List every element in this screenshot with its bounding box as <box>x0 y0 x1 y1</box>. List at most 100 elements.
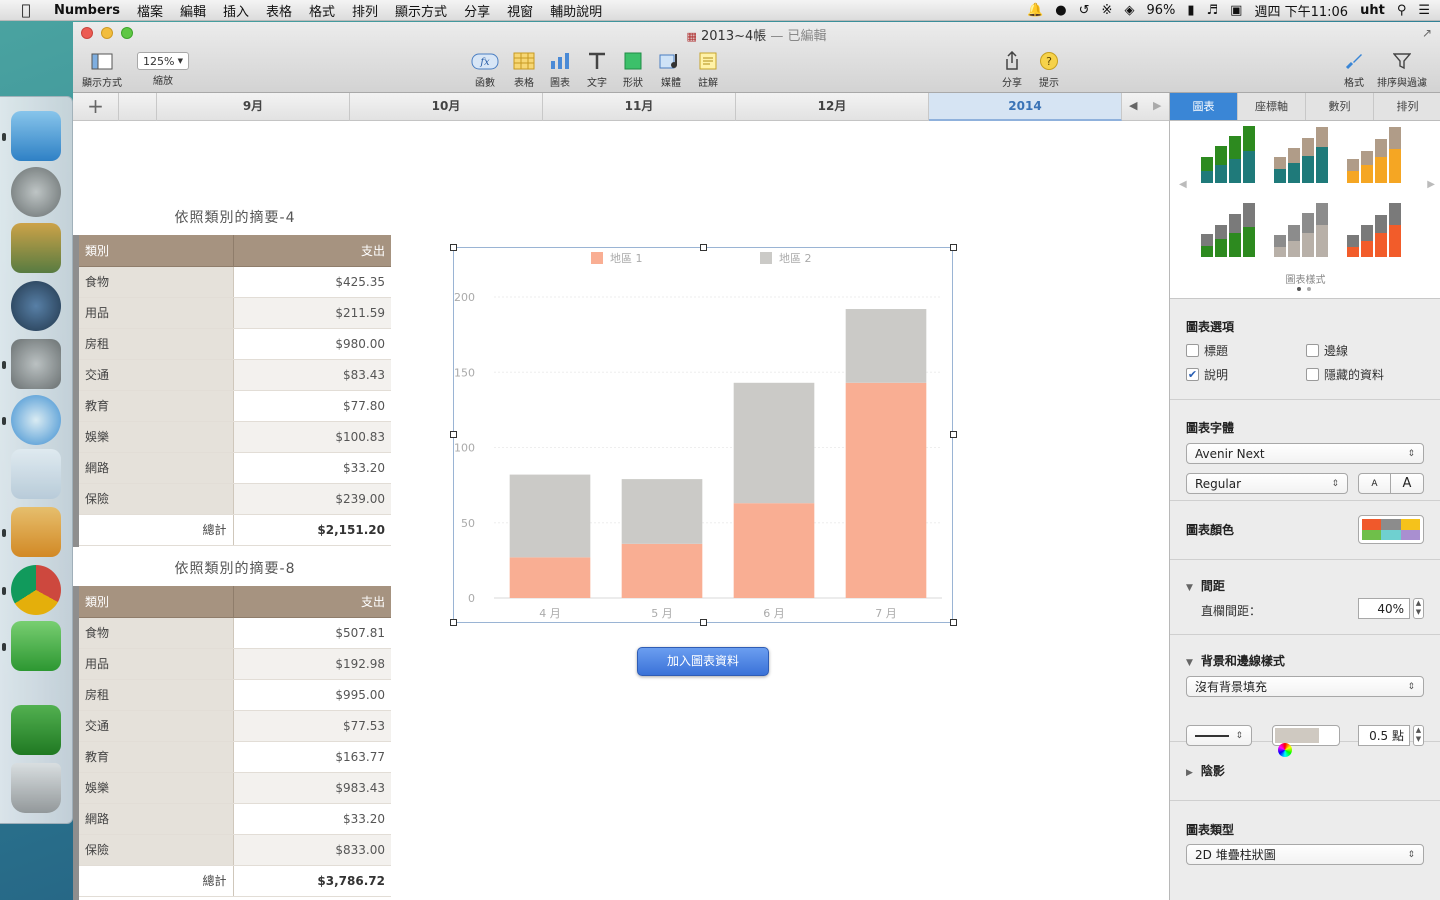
table-cell[interactable]: 保險 <box>79 483 234 515</box>
safari-icon[interactable] <box>11 395 61 445</box>
menu-insert[interactable]: 插入 <box>223 1 249 20</box>
resize-handle[interactable] <box>700 244 707 251</box>
total-value[interactable]: $3,786.72 <box>233 864 391 897</box>
input-method-icon[interactable]: ▣ <box>1230 3 1242 18</box>
menu-view[interactable]: 顯示方式 <box>395 1 447 20</box>
table-title[interactable]: 依照類別的摘要-4 <box>75 207 395 227</box>
chart-style-1[interactable] <box>1201 126 1255 183</box>
table-cell[interactable]: 教育 <box>79 390 234 422</box>
font-style-select[interactable]: Regular ⇕ <box>1186 473 1348 494</box>
title-checkbox[interactable]: 標題 <box>1186 342 1228 359</box>
finder-icon[interactable] <box>11 111 61 161</box>
chrome-icon[interactable] <box>11 565 61 615</box>
table-cell[interactable]: $507.81 <box>233 617 391 649</box>
background-fill-select[interactable]: 沒有背景填充 ⇕ <box>1186 676 1424 697</box>
clock[interactable]: 週四 下午11:06 <box>1254 1 1348 20</box>
resize-handle[interactable] <box>950 431 957 438</box>
comment-button[interactable]: 註解 <box>693 50 723 89</box>
menu-edit[interactable]: 編輯 <box>180 1 206 20</box>
wifi-icon[interactable]: ◈ <box>1124 3 1134 18</box>
chart-type-select[interactable]: 2D 堆疊柱狀圖 ⇕ <box>1186 844 1424 865</box>
share-button[interactable]: 分享 <box>997 50 1027 89</box>
menu-table[interactable]: 表格 <box>266 1 292 20</box>
resize-handle[interactable] <box>450 619 457 626</box>
table-cell[interactable]: 交通 <box>79 710 234 742</box>
menu-help[interactable]: 輔助說明 <box>550 1 602 20</box>
format-button[interactable]: 格式 <box>1339 50 1369 89</box>
photo-app-icon[interactable] <box>11 223 61 273</box>
launchpad-icon[interactable] <box>11 167 61 217</box>
numbers-app-icon[interactable] <box>11 621 61 671</box>
column-header-amount[interactable]: 支出 <box>233 586 391 618</box>
chart-style-4[interactable] <box>1201 203 1255 257</box>
numbers-doc-icon[interactable] <box>11 449 61 499</box>
menu-share[interactable]: 分享 <box>464 1 490 20</box>
border-checkbox[interactable]: 邊線 <box>1306 342 1348 359</box>
table-button[interactable]: 表格 <box>509 50 539 89</box>
chart-style-5[interactable] <box>1274 203 1328 257</box>
chart-button[interactable]: 圖表 <box>545 50 575 89</box>
sheet-tab-dec[interactable]: 12月 <box>736 93 929 121</box>
function-button[interactable]: fx 函數 <box>469 50 501 89</box>
resize-handle[interactable] <box>450 244 457 251</box>
menu-file[interactable]: 檔案 <box>137 1 163 20</box>
zoom-control[interactable]: 125% ▼ 縮放 <box>135 50 191 87</box>
table-cell[interactable]: $100.83 <box>233 421 391 453</box>
sheet-tab-oct[interactable]: 10月 <box>350 93 543 121</box>
table-cell[interactable]: $983.43 <box>233 772 391 804</box>
sheet-tab-sep[interactable]: 9月 <box>157 93 350 121</box>
table-cell[interactable]: $77.80 <box>233 390 391 422</box>
table-cell[interactable]: $833.00 <box>233 834 391 866</box>
fullscreen-icon[interactable]: ↗ <box>1422 26 1432 40</box>
facetime-icon[interactable] <box>11 281 61 331</box>
table-cell[interactable]: $163.77 <box>233 741 391 773</box>
spotlight-search-icon[interactable]: ⚲ <box>1397 3 1407 18</box>
column-header-category[interactable]: 類別 <box>79 235 234 267</box>
table-cell[interactable]: $33.20 <box>233 452 391 484</box>
page-dot[interactable] <box>1307 287 1311 291</box>
increase-font-button[interactable]: A <box>1390 473 1424 494</box>
tab-chart[interactable]: 圖表 <box>1170 93 1238 120</box>
user-name[interactable]: uht <box>1360 3 1385 18</box>
tab-axis[interactable]: 座標軸 <box>1238 93 1306 120</box>
decrease-font-button[interactable]: A <box>1358 473 1391 494</box>
total-label[interactable]: 總計 <box>79 513 234 546</box>
gap-title[interactable]: ▼ 間距 <box>1186 577 1225 594</box>
table-cell[interactable]: $211.59 <box>233 297 391 329</box>
battery-icon[interactable]: ▮ <box>1187 3 1194 18</box>
battery-percent[interactable]: 96% <box>1146 3 1175 18</box>
system-preferences-icon[interactable] <box>11 339 61 389</box>
user-app-icon[interactable] <box>11 705 61 755</box>
sort-filter-button[interactable]: 排序與過濾 <box>1373 50 1431 89</box>
menu-arrange[interactable]: 排列 <box>352 1 378 20</box>
tips-button[interactable]: ? 提示 <box>1034 50 1064 89</box>
sheet-tab-2014[interactable]: 2014 <box>929 93 1122 121</box>
text-button[interactable]: 文字 <box>582 50 612 89</box>
total-label[interactable]: 總計 <box>79 864 234 897</box>
column-gap-field[interactable]: 40% <box>1358 598 1410 619</box>
add-sheet-button[interactable]: + <box>73 93 119 121</box>
chart-style-2[interactable] <box>1274 127 1328 183</box>
table-cell[interactable]: $33.20 <box>233 803 391 835</box>
column-header-category[interactable]: 類別 <box>79 586 234 618</box>
hidden-data-checkbox[interactable]: 隱藏的資料 <box>1306 366 1384 383</box>
shadow-title[interactable]: ▶ 陰影 <box>1186 762 1225 779</box>
chart-colors-button[interactable] <box>1358 515 1424 544</box>
menu-format[interactable]: 格式 <box>309 1 335 20</box>
background-title[interactable]: ▼ 背景和邊線樣式 <box>1186 652 1285 669</box>
page-dot-active[interactable] <box>1297 287 1301 291</box>
scroll-tabs-left-icon[interactable]: ◀ <box>1129 99 1137 112</box>
scroll-tabs-right-icon[interactable]: ▶ <box>1153 99 1161 112</box>
menu-window[interactable]: 視窗 <box>507 1 533 20</box>
chat-bubble-icon[interactable]: ● <box>1055 3 1066 18</box>
legend-checkbox[interactable]: ✔ 說明 <box>1186 366 1228 383</box>
document-title[interactable]: 2013~4帳 <box>701 29 766 44</box>
table-cell[interactable]: 用品 <box>79 648 234 680</box>
pages-icon[interactable] <box>11 507 61 557</box>
font-family-select[interactable]: Avenir Next ⇕ <box>1186 443 1424 464</box>
column-header-amount[interactable]: 支出 <box>233 235 391 267</box>
volume-icon[interactable]: ♬ <box>1207 3 1219 18</box>
table-cell[interactable]: 教育 <box>79 741 234 773</box>
shape-button[interactable]: 形狀 <box>618 50 648 89</box>
stacked-bar-chart[interactable]: 0 50 100 150 200 4 月 5 月 6 月 7 月 地區 1 地區 2 <box>453 247 953 623</box>
